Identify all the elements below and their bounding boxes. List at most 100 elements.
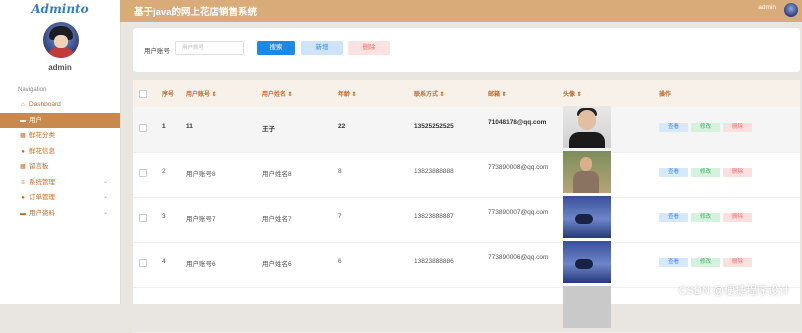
row-checkbox[interactable] <box>139 259 147 267</box>
avatar-photo[interactable] <box>563 241 611 283</box>
cell-phone: 13823888886 <box>414 258 454 265</box>
row-checkbox[interactable] <box>139 124 147 132</box>
table-row[interactable]: 3 用户账号7 用户姓名7 7 13823888887 773890007@qq.com 查… <box>133 196 800 243</box>
delete-row-button[interactable]: 删除 <box>723 168 752 177</box>
view-button[interactable]: 查看 <box>659 258 688 267</box>
delete-row-button[interactable]: 删除 <box>723 123 752 132</box>
column-header[interactable]: 头像 ⇕ <box>563 89 582 98</box>
sidebar-item-label: 留言板 <box>29 163 49 170</box>
sidebar-item[interactable]: ⌂ Dashboard <box>0 97 120 113</box>
sidebar-item[interactable]: ▦ 留言板 <box>0 159 120 175</box>
cell-name: 用户姓名6 <box>262 261 292 268</box>
delete-row-button[interactable]: 删除 <box>723 258 752 267</box>
sidebar-item-label: 鲜花分类 <box>29 132 55 139</box>
sidebar-nav: ⌂ Dashboard ▬ 用户 ▦ 鲜花分类 ● 鲜花信息 ▦ 留言板 ≡ 系统管理 ⌄ ● 订单管理 ⌄ ▬… <box>0 97 120 221</box>
header-username[interactable]: admin <box>758 4 776 11</box>
edit-button[interactable]: 修改 <box>691 258 720 267</box>
cell-phone: 13823888888 <box>414 168 454 175</box>
sidebar-item-label: 用户资料 <box>29 209 55 217</box>
cell-account: 用户账号8 <box>186 171 216 178</box>
top-header: 基于java的网上花店销售系统 admin <box>120 0 802 22</box>
column-header[interactable]: 用户姓名 ⇕ <box>262 89 293 98</box>
cell-email: 773890007@qq.com <box>488 209 549 216</box>
cell-age: 7 <box>338 213 342 220</box>
search-input[interactable]: 用户账号 <box>175 41 244 55</box>
view-button[interactable]: 查看 <box>659 213 688 222</box>
cell-account: 用户账号6 <box>186 261 216 268</box>
view-button[interactable]: 查看 <box>659 123 688 132</box>
admin-avatar[interactable] <box>43 22 79 58</box>
home-icon: ⌂ <box>21 102 25 108</box>
sidebar-item-label: 系统管理 <box>29 178 55 186</box>
sidebar-item-label: 订单管理 <box>29 194 55 201</box>
edit-button[interactable]: 修改 <box>691 123 720 132</box>
row-checkbox[interactable] <box>139 214 147 222</box>
search-panel: 用户账号 用户账号 搜索 新增 删除 <box>133 28 800 72</box>
sidebar-item[interactable]: ● 订单管理 ⌄ <box>0 190 120 206</box>
sidebar-item[interactable]: ▬ 用户 <box>0 112 120 128</box>
column-header[interactable]: 邮箱 ⇕ <box>488 89 507 98</box>
column-header[interactable]: 年龄 ⇕ <box>338 89 357 98</box>
card-icon: ▬ <box>20 117 26 124</box>
card-icon: ▬ <box>20 210 26 217</box>
avatar-photo[interactable] <box>563 196 611 238</box>
delete-button[interactable]: 删除 <box>348 41 390 55</box>
chevron-down-icon: ⌄ <box>102 209 108 216</box>
cell-phone: 13525252525 <box>414 123 454 130</box>
avatar-photo[interactable] <box>563 106 611 148</box>
header-avatar[interactable] <box>784 3 798 17</box>
sidebar: Adminto admin Navigation ⌂ Dashboard ▬ 用户 ▦ 鲜… <box>0 0 121 304</box>
cell-index: 1 <box>162 123 166 130</box>
column-header[interactable]: 联系方式 ⇕ <box>414 89 445 98</box>
column-header[interactable]: 用户账号 ⇕ <box>186 89 217 98</box>
cell-phone: 13823888887 <box>414 213 454 220</box>
table-row[interactable]: 1 11 王子 22 13525252525 71048178@qq.com 查看 修改 删除 <box>133 106 800 153</box>
edit-button[interactable]: 修改 <box>691 168 720 177</box>
grid-icon: ▦ <box>20 164 26 170</box>
page-title: 基于java的网上花店销售系统 <box>134 7 257 18</box>
column-header: 操作 <box>659 92 672 98</box>
table-header: 序号 用户账号 ⇕ 用户姓名 ⇕ 年龄 ⇕ 联系方式 ⇕ 邮箱 ⇕ 头像 ⇕ 操… <box>133 80 800 108</box>
sidebar-item-label: Dashboard <box>29 101 61 108</box>
person-icon: ● <box>21 148 25 155</box>
app-logo[interactable]: Adminto <box>0 2 120 16</box>
cell-index: 4 <box>162 258 166 265</box>
list-icon: ≡ <box>21 179 25 186</box>
sidebar-item-label: 鲜花信息 <box>29 147 55 155</box>
admin-name: admin <box>48 63 72 72</box>
sidebar-item[interactable]: ● 鲜花信息 <box>0 144 120 160</box>
nav-title: Navigation <box>18 87 47 93</box>
search-label: 用户账号 <box>144 48 170 55</box>
cell-email: 773890006@qq.com <box>488 254 549 261</box>
person-icon: ● <box>21 195 25 201</box>
chevron-down-icon: ⌄ <box>102 178 108 185</box>
view-button[interactable]: 查看 <box>659 168 688 177</box>
cell-age: 8 <box>338 168 342 175</box>
csdn-watermark: CSDN @便捷程序设计 <box>678 285 790 297</box>
cell-index: 2 <box>162 168 166 175</box>
cell-name: 用户姓名7 <box>262 216 292 223</box>
delete-row-button[interactable]: 删除 <box>723 213 752 222</box>
cell-name: 王子 <box>262 126 275 133</box>
cell-name: 用户姓名8 <box>262 171 292 178</box>
user-table: 序号 用户账号 ⇕ 用户姓名 ⇕ 年龄 ⇕ 联系方式 ⇕ 邮箱 ⇕ 头像 ⇕ 操… <box>133 80 800 333</box>
sidebar-item[interactable]: ≡ 系统管理 ⌄ <box>0 175 120 191</box>
grid-icon: ▦ <box>20 133 26 139</box>
sidebar-item[interactable]: ▦ 鲜花分类 <box>0 128 120 144</box>
avatar-photo[interactable] <box>563 286 611 328</box>
edit-button[interactable]: 修改 <box>691 213 720 222</box>
avatar-photo[interactable] <box>563 151 611 193</box>
row-checkbox[interactable] <box>139 169 147 177</box>
cell-email: 71048178@qq.com <box>488 119 547 126</box>
table-row[interactable]: 2 用户账号8 用户姓名8 8 13823888888 773890008@qq.com 查… <box>133 151 800 198</box>
cell-email: 773890008@qq.com <box>488 164 549 171</box>
add-button[interactable]: 新增 <box>301 41 343 55</box>
cell-account: 用户账号7 <box>186 216 216 223</box>
cell-age: 6 <box>338 258 342 265</box>
cell-index: 3 <box>162 213 166 220</box>
chevron-down-icon: ⌄ <box>102 194 108 200</box>
cell-account: 11 <box>186 123 193 130</box>
select-all-checkbox[interactable] <box>139 90 147 98</box>
sidebar-item[interactable]: ▬ 用户资料 ⌄ <box>0 206 120 222</box>
search-button[interactable]: 搜索 <box>257 41 295 55</box>
